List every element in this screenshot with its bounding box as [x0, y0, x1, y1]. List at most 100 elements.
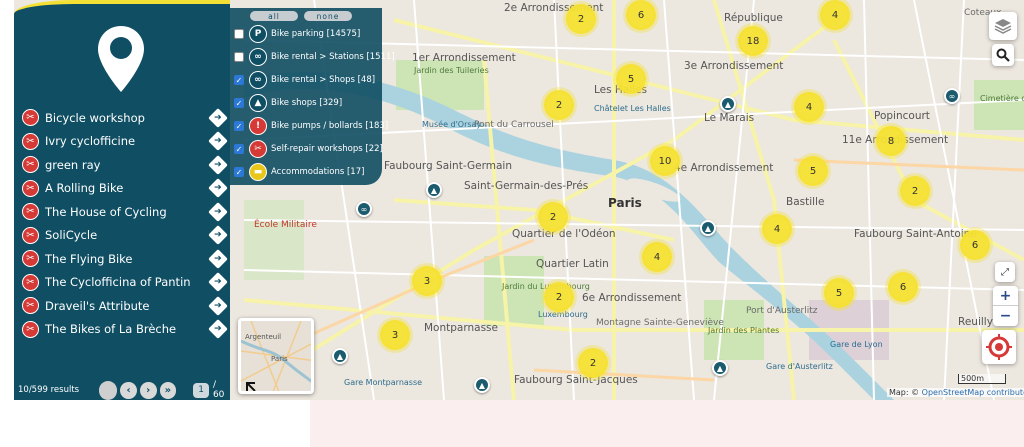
map-label: Montparnasse: [424, 322, 498, 334]
layer-toggle[interactable]: ✓! Bike pumps / bollards [183]: [234, 115, 388, 137]
layer-checkbox[interactable]: [234, 29, 244, 39]
page-total: / 60: [212, 380, 225, 400]
result-item-label: Bicycle workshop: [45, 110, 145, 125]
shop-pin-icon[interactable]: ▲: [332, 348, 348, 364]
map-label: Montagne Sainte-Geneviève: [596, 318, 724, 328]
bike-pin-icon[interactable]: ∞: [944, 88, 960, 104]
map-cluster[interactable]: 4: [820, 0, 850, 30]
map-cluster[interactable]: 6: [888, 272, 918, 302]
result-item[interactable]: ✂ The Bikes of La Brèche ➔: [22, 318, 228, 342]
layer-toggle[interactable]: ∞ Bike rental > Stations [1511]: [234, 46, 395, 68]
map-cluster[interactable]: 6: [960, 230, 990, 260]
layer-checkbox[interactable]: ✓: [234, 167, 244, 177]
layer-toggle[interactable]: ✓ ▬ Accommodations [17]: [234, 161, 364, 183]
map-cluster[interactable]: 2: [538, 202, 568, 232]
wrench-icon: ✂: [22, 320, 39, 338]
result-item[interactable]: ✂ Bicycle workshop ➔: [22, 106, 228, 130]
map-label: Châtelet Les Halles: [594, 104, 671, 113]
layer-checkbox[interactable]: ✓: [234, 144, 244, 154]
fullscreen-icon[interactable]: ⤢: [995, 262, 1015, 282]
layer-label: Bike rental > Stations [1511]: [271, 52, 395, 62]
zoom-in-button[interactable]: +: [993, 286, 1018, 306]
map-cluster[interactable]: 3: [380, 320, 410, 350]
map-cluster[interactable]: 6: [626, 0, 656, 30]
shop-pin-icon[interactable]: ▲: [426, 182, 442, 198]
page-number-input[interactable]: 1: [193, 382, 209, 398]
prev-page-button[interactable]: ‹: [120, 381, 137, 399]
layer-toggle[interactable]: ✓ ✂ Self-repair workshops [22]: [234, 138, 383, 160]
map-cluster[interactable]: 4: [762, 214, 792, 244]
map-cluster[interactable]: 4: [642, 242, 672, 272]
directions-icon[interactable]: ➔: [208, 131, 228, 152]
result-item-label: SoliCycle: [45, 228, 98, 243]
layer-checkbox[interactable]: ✓: [234, 75, 244, 85]
directions-icon[interactable]: ➔: [208, 178, 228, 199]
result-item[interactable]: ✂ The Cyclofficina of Pantin ➔: [22, 271, 228, 295]
result-item[interactable]: ✂ Ivry cyclofficine ➔: [22, 130, 228, 154]
directions-icon[interactable]: ➔: [208, 154, 228, 175]
wrench-icon: ✂: [22, 297, 39, 315]
map-cluster[interactable]: 10: [650, 146, 680, 176]
map-cluster[interactable]: 5: [798, 156, 828, 186]
next-page-button[interactable]: ›: [139, 381, 157, 399]
map-cluster[interactable]: 18: [738, 26, 768, 56]
last-page-button[interactable]: »: [159, 381, 177, 399]
map-label: Faubourg Saint-Germain: [384, 160, 512, 172]
park-luxembourg: [484, 256, 544, 326]
zoom-control: + −: [993, 286, 1018, 326]
select-none-button[interactable]: none: [304, 11, 352, 21]
directions-icon[interactable]: ➔: [208, 248, 228, 269]
map-cluster[interactable]: 2: [566, 4, 596, 34]
layer-toggle[interactable]: P Bike parking [14575]: [234, 23, 360, 45]
layer-label: Bike rental > Shops [48]: [271, 75, 376, 85]
map-label: Pont du Carrousel: [474, 120, 554, 130]
shop-pin-icon[interactable]: ▲: [712, 360, 728, 376]
layer-checkbox[interactable]: [234, 52, 244, 62]
layer-label: Self-repair workshops [22]: [271, 144, 383, 154]
result-item[interactable]: ✂ The Flying Bike ➔: [22, 247, 228, 271]
result-item[interactable]: ✂ SoliCycle ➔: [22, 224, 228, 248]
bike-icon: ∞: [249, 71, 267, 89]
layers-switcher-icon[interactable]: [989, 12, 1017, 40]
directions-icon[interactable]: ➔: [208, 107, 228, 128]
directions-icon[interactable]: ➔: [208, 225, 228, 246]
shop-pin-icon[interactable]: ▲: [720, 96, 736, 112]
directions-icon[interactable]: ➔: [208, 201, 228, 222]
result-item[interactable]: ✂ Draveil's Attribute ➔: [22, 294, 228, 318]
layer-toggle[interactable]: ✓ ▲ Bike shops [329]: [234, 92, 342, 114]
osm-link[interactable]: OpenStreetMap contributors: [922, 388, 1024, 397]
shop-pin-icon[interactable]: ▲: [700, 220, 716, 236]
zoom-out-button[interactable]: −: [993, 306, 1018, 326]
result-item-label: Draveil's Attribute: [45, 298, 150, 313]
map-cluster[interactable]: 3: [412, 266, 442, 296]
map-cluster[interactable]: 2: [900, 176, 930, 206]
map-cluster[interactable]: 2: [578, 348, 608, 378]
layer-checkbox[interactable]: ✓: [234, 98, 244, 108]
wrench-icon: ✂: [22, 226, 39, 244]
result-item[interactable]: ✂ The House of Cycling ➔: [22, 200, 228, 224]
map-cluster[interactable]: 2: [544, 90, 574, 120]
layer-checkbox[interactable]: ✓: [234, 121, 244, 131]
bike-pin-icon[interactable]: ∞: [356, 201, 372, 217]
directions-icon[interactable]: ➔: [208, 295, 228, 316]
directions-icon[interactable]: ➔: [208, 272, 228, 293]
shop-pin-icon[interactable]: ▲: [474, 377, 490, 393]
result-item-label: green ray: [45, 157, 101, 172]
result-item[interactable]: ✂ A Rolling Bike ➔: [22, 177, 228, 201]
map-label: Quartier Latin: [536, 258, 609, 270]
search-icon[interactable]: [992, 44, 1014, 66]
directions-icon[interactable]: ➔: [208, 319, 228, 340]
map-cluster[interactable]: 5: [616, 64, 646, 94]
result-item[interactable]: ✂ green ray ➔: [22, 153, 228, 177]
geolocate-icon[interactable]: [982, 330, 1016, 364]
first-page-button[interactable]: [98, 380, 118, 400]
shop-bag-icon: ▲: [249, 94, 267, 112]
select-all-button[interactable]: all: [250, 11, 298, 21]
map-cluster[interactable]: 5: [824, 278, 854, 308]
map-cluster[interactable]: 8: [876, 126, 906, 156]
overview-minimap[interactable]: Argenteuil Paris: [238, 318, 314, 394]
layer-toggle[interactable]: ✓ ∞ Bike rental > Shops [48]: [234, 69, 375, 91]
map-scale: 500m: [958, 374, 1006, 384]
map-cluster[interactable]: 4: [794, 92, 824, 122]
map-cluster[interactable]: 2: [544, 282, 574, 312]
